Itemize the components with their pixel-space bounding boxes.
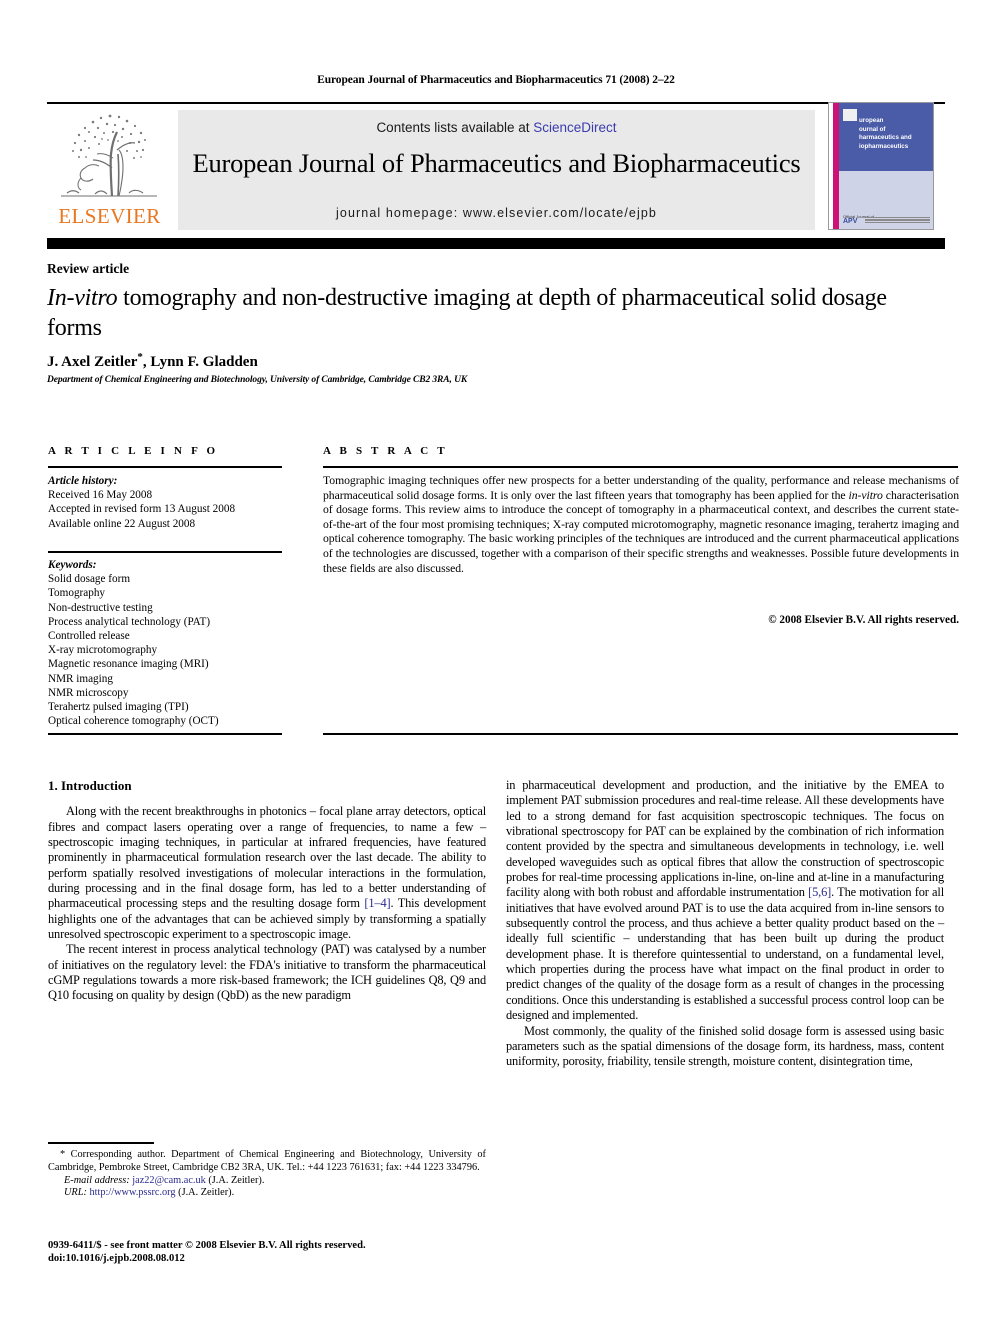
masthead-top-rule [47,102,945,104]
email-attribution: (J.A. Zeitler). [205,1174,265,1186]
url-link[interactable]: http://www.pssrc.org [89,1187,175,1198]
url-attribution: (J.A. Zeitler). [175,1187,235,1199]
citation-reference[interactable]: [1–4] [364,896,390,910]
cover-line-2: ournal of [859,125,886,133]
article-history-label: Article history: [48,475,118,487]
section-heading-introduction: 1. Introduction [48,778,132,793]
author-list: J. Axel Zeitler*, Lynn F. Gladden [47,351,258,371]
keyword-item: Controlled release [48,630,130,643]
url-note: URL: http://www.pssrc.org (J.A. Zeitler)… [48,1187,486,1200]
elsevier-logo: ELSEVIER [47,108,172,230]
body-column-right: in pharmaceutical development and produc… [506,778,944,1070]
keyword-item: NMR microscopy [48,686,129,699]
citation-reference[interactable]: [5,6] [808,885,831,899]
journal-title: European Journal of Pharmaceutics and Bi… [192,148,801,178]
article-type-kicker: Review article [47,261,130,276]
keyword-item: Process analytical technology (PAT) [48,615,211,628]
issn-copyright-line: 0939-6411/$ - see front matter © 2008 El… [48,1240,366,1251]
journal-cover-thumbnail: uropean ournal of harmaceutics and iopha… [828,102,934,230]
cover-line-3: harmaceutics and [859,134,912,141]
cover-line-1: uropean [859,117,884,124]
history-item: Available online 22 August 2008 [48,517,196,530]
article-info-mid-rule [48,551,282,553]
journal-masthead: ELSEVIER Contents lists available at Sci… [47,102,945,230]
sciencedirect-link[interactable]: ScienceDirect [533,120,616,135]
keywords-block: Keywords: Solid dosage form Tomography N… [48,558,298,728]
url-label: URL: [64,1187,87,1199]
article-info-top-rule [48,466,282,468]
keyword-item: Solid dosage form [48,573,131,586]
journal-article-page: European Journal of Pharmaceutics and Bi… [0,0,992,1323]
running-head: European Journal of Pharmaceutics and Bi… [317,74,675,86]
title-italic-part: In-vitro [47,285,118,311]
paragraph: Along with the recent breakthroughs in p… [48,804,486,942]
paragraph-text-b: . The motivation for all initiatives tha… [506,885,944,1023]
elsevier-tree-icon [55,110,163,202]
body-column-left: 1. Introduction Along with the recent br… [48,778,486,1004]
paragraph: Most commonly, the quality of the finish… [506,1023,944,1069]
keyword-item: NMR imaging [48,672,113,685]
keywords-label: Keywords: [48,559,97,571]
keyword-item: Non-destructive testing [48,601,153,614]
paragraph: The recent interest in process analytica… [48,942,486,1003]
cover-magenta-stripe [833,103,839,229]
email-link[interactable]: jaz22@cam.ac.uk [132,1175,206,1186]
abstract-heading: A B S T R A C T [323,445,448,457]
cover-line-4: iopharmaceutics [859,142,909,150]
article-info-heading: A R T I C L E I N F O [48,445,219,457]
author-second: , Lynn F. Gladden [142,354,258,370]
contents-panel: Contents lists available at ScienceDirec… [178,110,815,230]
footnote-block: * Corresponding author. Department of Ch… [48,1149,486,1200]
paragraph-text-a: in pharmaceutical development and produc… [506,778,944,900]
imprint-block: 0939-6411/$ - see front matter © 2008 El… [48,1239,508,1265]
keyword-item: Magnetic resonance imaging (MRI) [48,658,209,671]
author-affiliation: Department of Chemical Engineering and B… [47,375,468,385]
masthead-black-bar [47,238,945,249]
abstract-bottom-rule [323,733,958,735]
cover-elsevier-mark-icon [843,109,857,121]
cover-title-text: uropean ournal of harmaceutics and iopha… [859,117,931,151]
author-first: J. Axel Zeitler [47,354,138,370]
abstract-copyright: © 2008 Elsevier B.V. All rights reserved… [768,614,959,626]
article-history-block: Article history: Received 16 May 2008 Ac… [48,474,298,531]
paragraph-text-a: Along with the recent breakthroughs in p… [48,804,486,911]
cover-apv-logo: APV [843,218,858,225]
corresponding-author-note: * Corresponding author. Department of Ch… [48,1149,486,1173]
cover-apv-text-lines [865,217,930,226]
email-label: E-mail address: [64,1174,130,1186]
history-item: Received 16 May 2008 [48,489,153,502]
contents-available-line: Contents lists available at ScienceDirec… [178,120,815,135]
article-info-bottom-rule [48,733,282,735]
abstract-top-rule [323,466,958,468]
keyword-item: Terahertz pulsed imaging (TPI) [48,701,189,714]
keyword-item: X-ray microtomography [48,644,158,657]
email-note: E-mail address: jaz22@cam.ac.uk (J.A. Ze… [48,1175,486,1188]
keyword-item: Optical coherence tomography (OCT) [48,715,219,728]
elsevier-wordmark: ELSEVIER [58,204,161,228]
journal-homepage-link[interactable]: journal homepage: www.elsevier.com/locat… [178,206,815,220]
contents-prefix-text: Contents lists available at [376,120,534,135]
abstract-text: Tomographic imaging techniques offer new… [323,474,959,576]
history-item: Accepted in revised form 13 August 2008 [48,503,236,516]
page-title: In-vitro tomography and non-destructive … [47,283,937,343]
doi-line: doi:10.1016/j.ejpb.2008.08.012 [48,1253,185,1264]
title-rest-part: tomography and non-destructive imaging a… [47,285,887,341]
keyword-item: Tomography [48,587,106,600]
footnote-rule [48,1142,154,1144]
abstract-italic-term: in-vitro [848,488,883,502]
paragraph: in pharmaceutical development and produc… [506,778,944,1024]
